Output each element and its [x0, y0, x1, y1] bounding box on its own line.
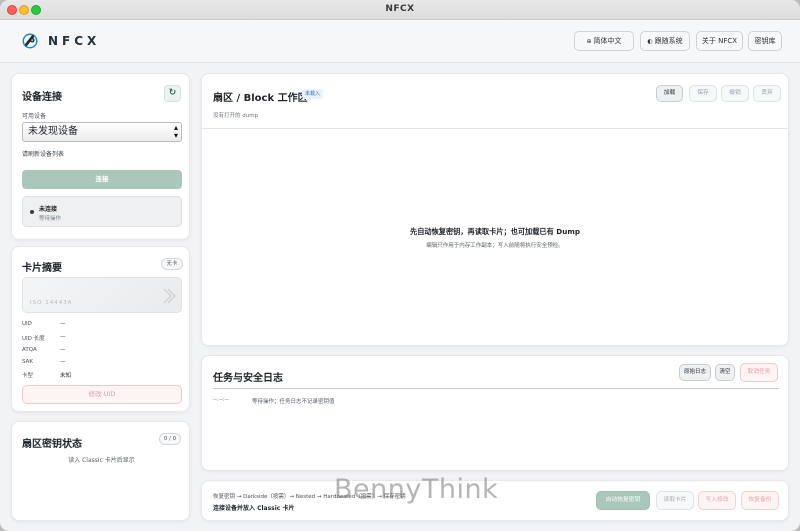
action-hint: 连接设备并放入 Classic 卡片	[213, 505, 295, 512]
workspace-divider	[202, 128, 788, 129]
save-button[interactable]: 保存	[689, 85, 717, 102]
status-dot-icon	[30, 210, 34, 214]
atqa-value: —	[60, 347, 66, 353]
log-time: --:--:--	[213, 397, 229, 403]
sector-keys-title: 扇区密钥状态	[22, 439, 82, 450]
card-state-chip: 无卡	[161, 258, 183, 270]
log-divider	[213, 388, 779, 389]
watermark: BennyThink	[334, 474, 499, 505]
workspace-empty-subtitle: 编辑只作用于内存工作副本；写入前随将执行安全预检。	[426, 243, 564, 249]
sector-keys-count: 0 / 0	[159, 433, 181, 445]
nfc-logo-icon	[22, 33, 38, 49]
uid-key: UID	[22, 321, 32, 327]
card-type-key: 卡型	[22, 373, 34, 379]
sak-key: SAK	[22, 359, 33, 365]
log-panel: 任务与安全日志 原始日志 清空 取消任务 --:--:-- 等待操作；任务日志不…	[201, 355, 789, 471]
workspace-status-badge: 未载入	[302, 89, 324, 99]
available-devices-label: 可用设备	[22, 113, 47, 120]
card-summary-title: 卡片摘要	[22, 263, 62, 274]
device-panel-title: 设备连接	[22, 92, 62, 103]
sector-keys-hint: 读入 Classic 卡片后显示	[68, 457, 135, 464]
log-title: 任务与安全日志	[213, 373, 283, 384]
workspace-title: 扇区 / Block 工作区	[213, 93, 308, 104]
language-label: 简体中文	[593, 37, 622, 45]
keystore-label: 密钥库	[754, 37, 776, 45]
app-window: NFCX NFCX ⊕ 简体中文 ◐ 跟随系统 关于 NFCX 密钥库 设备连接…	[0, 0, 800, 531]
card-type-value: 未知	[60, 373, 72, 379]
globe-icon: ⊕	[586, 37, 592, 45]
brand-name: NFCX	[48, 34, 101, 48]
load-button[interactable]: 加载	[656, 85, 683, 102]
workspace-empty-title: 先自动恢复密钥，再读取卡片；也可加载已有 Dump	[410, 227, 580, 236]
uid-length-key: UID 长度	[22, 336, 45, 342]
device-select-value: 未发现设备	[28, 126, 78, 137]
auto-recover-keys-button[interactable]: 自动恢复密钥	[596, 491, 650, 510]
status-subtitle: 等待操作	[39, 216, 62, 222]
device-select[interactable]: 未发现设备 ▴ ▾	[22, 122, 182, 142]
card-summary-panel: 卡片摘要 无卡 ISO 14443A UID — UID 长度 — ATQA —…	[11, 246, 190, 412]
refresh-icon: ↻	[168, 88, 177, 98]
read-card-button[interactable]: 读取卡片	[656, 491, 694, 510]
card-visual: ISO 14443A	[22, 277, 182, 313]
select-arrows-icon: ▴ ▾	[173, 123, 178, 140]
refresh-devices-button[interactable]: ↻	[164, 85, 181, 102]
cancel-task-button[interactable]: 取消任务	[740, 363, 778, 382]
language-button[interactable]: ⊕ 简体中文	[574, 31, 634, 51]
half-moon-icon: ◐	[647, 37, 653, 45]
theme-label: 跟随系统	[654, 37, 683, 45]
workspace-panel: 扇区 / Block 工作区 未载入 没有打开的 dump 加载 保存 撤销 丢…	[201, 73, 789, 346]
app-header: NFCX ⊕ 简体中文 ◐ 跟随系统 关于 NFCX 密钥库	[0, 20, 800, 63]
workspace-subtitle: 没有打开的 dump	[213, 113, 259, 119]
theme-button[interactable]: ◐ 跟随系统	[640, 31, 690, 51]
log-message: 等待操作；任务日志不记录密钥值	[252, 399, 335, 405]
title-bar: NFCX	[0, 0, 800, 20]
keystore-button[interactable]: 密钥库	[748, 31, 782, 51]
connection-status: 未连接 等待操作	[22, 196, 182, 227]
uid-length-value: —	[60, 334, 66, 340]
sector-keys-panel: 扇区密钥状态 0 / 0 读入 Classic 卡片后显示	[11, 421, 190, 521]
uid-value: —	[60, 321, 66, 327]
restore-backup-button[interactable]: 恢复备份	[741, 491, 779, 510]
clear-log-button[interactable]: 清空	[715, 364, 735, 381]
status-title: 未连接	[39, 206, 58, 213]
card-standard-text: ISO 14443A	[30, 300, 73, 306]
about-button[interactable]: 关于 NFCX	[696, 31, 743, 51]
sak-value: —	[60, 359, 66, 365]
connect-button[interactable]: 连接	[22, 170, 182, 189]
discard-button[interactable]: 丢弃	[753, 85, 781, 102]
window-title: NFCX	[385, 4, 415, 14]
contactless-icon	[163, 288, 176, 304]
write-modify-button[interactable]: 写入修改	[698, 491, 736, 510]
modify-uid-button[interactable]: 修改 UID	[22, 385, 182, 404]
raw-log-button[interactable]: 原始日志	[679, 364, 711, 381]
device-panel: 设备连接 ↻ 可用设备 未发现设备 ▴ ▾ 请刷新设备列表 连接 未连接 等待操作	[11, 73, 190, 240]
undo-button[interactable]: 撤销	[721, 85, 749, 102]
about-label: 关于 NFCX	[701, 37, 738, 45]
refresh-hint: 请刷新设备列表	[22, 151, 65, 158]
atqa-key: ATQA	[22, 347, 37, 353]
